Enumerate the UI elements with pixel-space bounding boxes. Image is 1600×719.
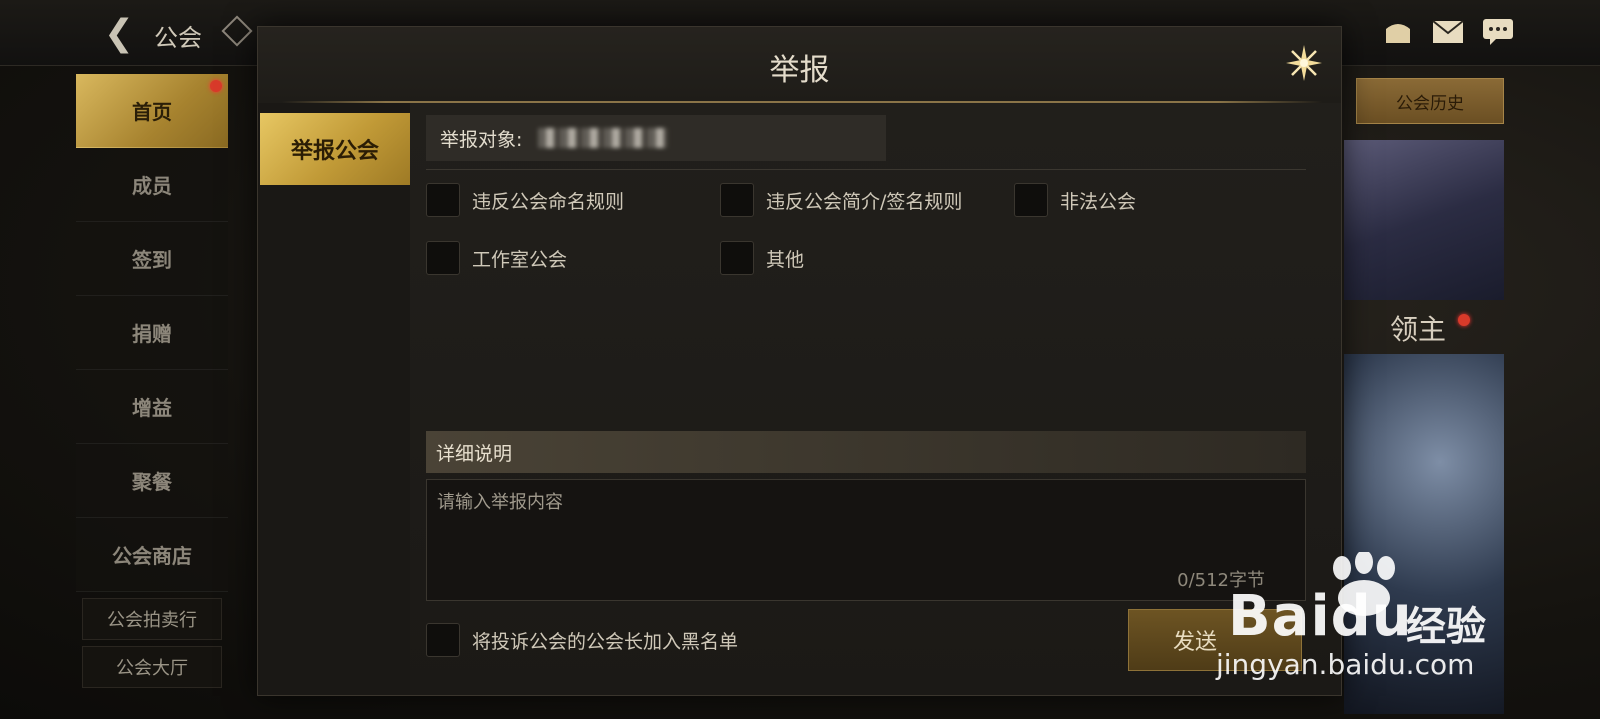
guild-diamond-icon [221,15,253,47]
option-other[interactable]: 其他 [720,241,804,275]
report-dialog: 举报 举报公会 举报对象: 违反公会命名规则 违反公会简介/签名规则 非法公会 … [257,26,1342,696]
notification-dot [1458,314,1470,326]
chest-icon[interactable] [1380,14,1416,50]
watermark-url: jingyan.baidu.com [1216,648,1475,681]
side-item-donate[interactable]: 捐赠 [76,296,228,370]
guild-history-button[interactable]: 公会历史 [1356,78,1504,124]
page-title: 公会 [154,24,202,52]
dialog-header: 举报 [258,27,1341,103]
blacklist-option[interactable]: 将投诉公会的公会长加入黑名单 [426,623,738,657]
side-item-checkin[interactable]: 签到 [76,222,228,296]
back-arrow-icon[interactable]: ❮ [96,10,142,56]
option-illegal-guild[interactable]: 非法公会 [1014,183,1136,217]
side-item-members[interactable]: 成员 [76,148,228,222]
divider [426,169,1306,170]
side-item-hall[interactable]: 公会大厅 [82,646,222,688]
report-target-field: 举报对象: [426,115,886,161]
detail-section-header: 详细说明 [426,431,1306,473]
checkbox[interactable] [426,241,460,275]
checkbox[interactable] [426,623,460,657]
baidu-watermark: Baidu 经验 jingyan.baidu.com [1216,552,1528,692]
checkbox[interactable] [1014,183,1048,217]
option-studio-guild[interactable]: 工作室公会 [426,241,567,275]
header-divider [282,101,1322,103]
checkbox[interactable] [720,183,754,217]
detail-placeholder: 请输入举报内容 [437,492,563,513]
report-detail-input[interactable]: 请输入举报内容 0/512字节 [426,479,1306,601]
notification-dot [210,80,222,92]
side-item-home[interactable]: 首页 [76,74,228,148]
side-item-auction[interactable]: 公会拍卖行 [82,598,222,640]
watermark-jingyan: 经验 [1406,604,1486,650]
close-icon[interactable] [1282,41,1326,85]
option-intro-signature-rule[interactable]: 违反公会简介/签名规则 [720,183,962,217]
guild-side-nav: 首页 成员 签到 捐赠 增益 聚餐 公会商店 公会拍卖行 公会大厅 [76,74,228,694]
dialog-title: 举报 [769,53,830,88]
report-target-label: 举报对象: [440,128,523,151]
side-item-shop[interactable]: 公会商店 [76,518,228,592]
side-item-feast[interactable]: 聚餐 [76,444,228,518]
report-target-value-redacted [538,128,669,148]
option-naming-rule[interactable]: 违反公会命名规则 [426,183,624,217]
lord-label: 领主 [1390,313,1447,346]
mail-icon[interactable] [1430,14,1466,50]
checkbox[interactable] [426,183,460,217]
checkbox[interactable] [720,241,754,275]
tab-report-guild[interactable]: 举报公会 [260,113,410,185]
watermark-brand: Baidu [1228,584,1413,649]
chat-icon[interactable] [1480,14,1516,50]
dialog-tab-column [258,103,410,695]
castle-artwork [1344,140,1504,300]
side-item-buff[interactable]: 增益 [76,370,228,444]
